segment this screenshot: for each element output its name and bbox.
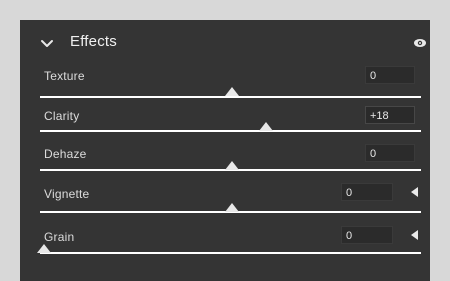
texture-value[interactable]: 0	[365, 66, 415, 84]
eye-icon[interactable]	[413, 36, 427, 50]
grain-expand-arrow-icon[interactable]	[411, 230, 418, 240]
grain-track-fill	[40, 252, 421, 254]
grain-slider-thumb[interactable]	[37, 244, 51, 253]
dehaze-slider-thumb[interactable]	[225, 161, 239, 170]
texture-track-fill	[40, 96, 421, 98]
dehaze-value[interactable]: 0	[365, 144, 415, 162]
texture-label: Texture	[44, 69, 85, 83]
vignette-label: Vignette	[44, 187, 90, 201]
dehaze-label: Dehaze	[44, 147, 87, 161]
clarity-value[interactable]: +18	[365, 106, 415, 124]
clarity-label: Clarity	[44, 109, 80, 123]
grain-value[interactable]: 0	[341, 226, 393, 244]
grain-label: Grain	[44, 230, 75, 244]
clarity-slider-thumb[interactable]	[259, 122, 273, 131]
effects-header[interactable]: Effects	[20, 20, 430, 68]
texture-slider-thumb[interactable]	[225, 87, 239, 96]
section-title: Effects	[70, 33, 117, 50]
effects-panel: Effects Texture 0 Clarity +18 Dehaze 0 V…	[20, 20, 430, 281]
vignette-expand-arrow-icon[interactable]	[411, 187, 418, 197]
vignette-slider-thumb[interactable]	[225, 203, 239, 212]
vignette-value[interactable]: 0	[341, 183, 393, 201]
texture-slider[interactable]	[40, 96, 421, 98]
clarity-track-fill	[40, 130, 421, 132]
grain-slider[interactable]	[40, 252, 421, 254]
chevron-down-icon[interactable]	[40, 37, 54, 49]
clarity-slider[interactable]	[40, 130, 421, 132]
